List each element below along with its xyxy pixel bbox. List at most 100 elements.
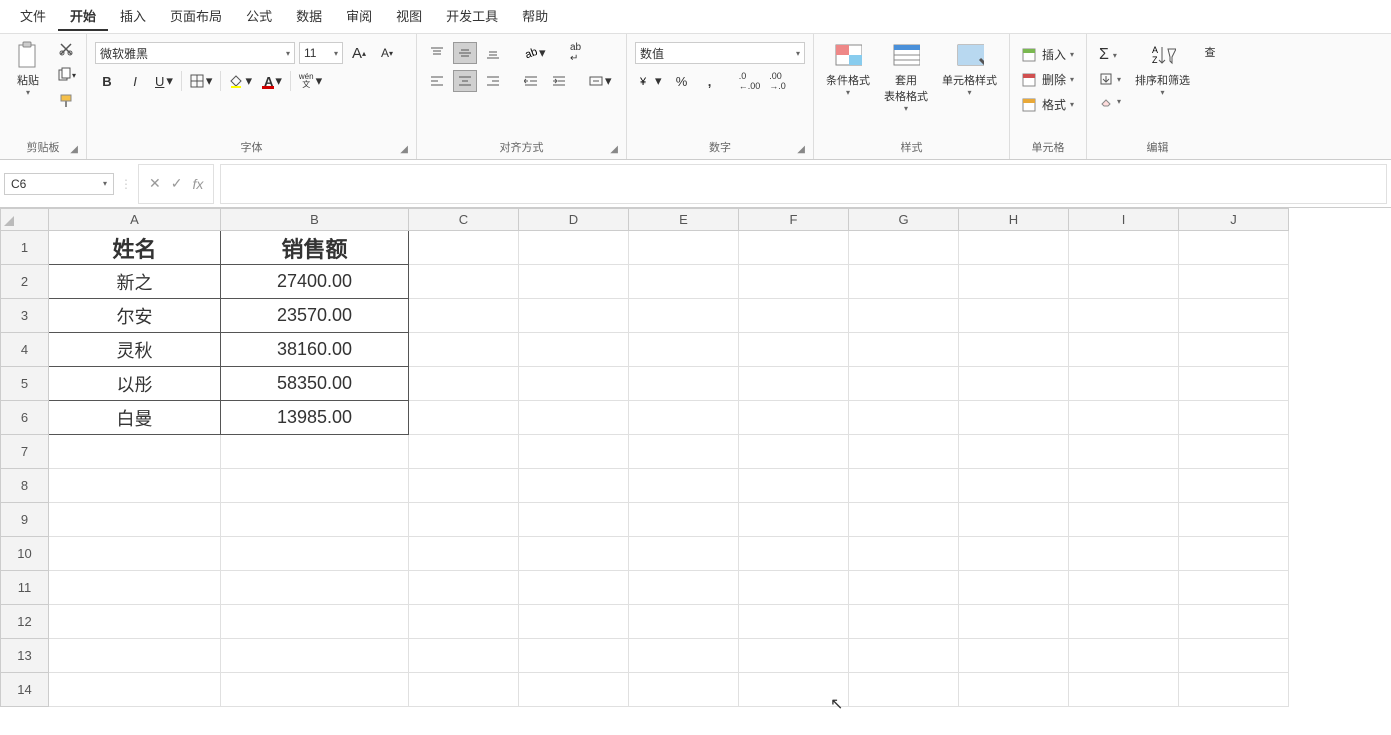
comma-button[interactable]: ,	[698, 70, 722, 92]
cell[interactable]	[49, 571, 221, 605]
cell[interactable]	[739, 571, 849, 605]
column-header[interactable]: F	[739, 209, 849, 231]
cancel-formula-button[interactable]: ✕	[149, 175, 161, 192]
cell[interactable]	[849, 435, 959, 469]
menu-review[interactable]: 审阅	[334, 2, 384, 31]
menu-data[interactable]: 数据	[284, 2, 334, 31]
autosum-button[interactable]: Σ▾	[1095, 44, 1125, 66]
cell[interactable]: 38160.00	[221, 333, 409, 367]
row-header[interactable]: 14	[1, 673, 49, 707]
cell[interactable]	[1069, 673, 1179, 707]
cell[interactable]	[849, 571, 959, 605]
font-color-button[interactable]: A▾	[260, 70, 286, 92]
cell[interactable]	[629, 231, 739, 265]
cell[interactable]	[739, 299, 849, 333]
cell[interactable]: 姓名	[49, 231, 221, 265]
column-header[interactable]: G	[849, 209, 959, 231]
cell[interactable]	[519, 605, 629, 639]
align-middle-button[interactable]	[453, 42, 477, 64]
row-header[interactable]: 12	[1, 605, 49, 639]
cell[interactable]	[1179, 537, 1289, 571]
underline-button[interactable]: U▾	[151, 70, 177, 92]
cell[interactable]	[409, 299, 519, 333]
cell[interactable]	[629, 571, 739, 605]
cell[interactable]	[1069, 265, 1179, 299]
align-top-button[interactable]	[425, 42, 449, 64]
cell[interactable]	[1179, 265, 1289, 299]
menu-page-layout[interactable]: 页面布局	[158, 2, 234, 31]
cell[interactable]	[409, 333, 519, 367]
cell[interactable]	[959, 469, 1069, 503]
cell[interactable]	[739, 469, 849, 503]
cell[interactable]: 13985.00	[221, 401, 409, 435]
menu-file[interactable]: 文件	[8, 2, 58, 31]
cell[interactable]	[49, 503, 221, 537]
cell[interactable]	[1179, 503, 1289, 537]
cell[interactable]	[409, 639, 519, 673]
align-left-button[interactable]	[425, 70, 449, 92]
cell[interactable]	[959, 367, 1069, 401]
cell[interactable]: 23570.00	[221, 299, 409, 333]
row-header[interactable]: 8	[1, 469, 49, 503]
cell[interactable]	[1069, 571, 1179, 605]
cell[interactable]	[1069, 503, 1179, 537]
menu-formulas[interactable]: 公式	[234, 2, 284, 31]
number-format-combo[interactable]: 数值▾	[635, 42, 805, 64]
decrease-decimal-button[interactable]: .00→.0	[766, 70, 790, 92]
cell[interactable]	[1069, 401, 1179, 435]
dialog-launcher-icon[interactable]: ◢	[70, 144, 78, 155]
cell[interactable]: 灵秋	[49, 333, 221, 367]
fill-color-button[interactable]: ▾	[225, 70, 256, 92]
cell[interactable]	[519, 571, 629, 605]
column-header[interactable]: D	[519, 209, 629, 231]
cell[interactable]	[409, 435, 519, 469]
cell[interactable]	[959, 299, 1069, 333]
column-header[interactable]: B	[221, 209, 409, 231]
cell[interactable]	[1179, 435, 1289, 469]
cell[interactable]	[519, 333, 629, 367]
cell[interactable]	[629, 401, 739, 435]
cell[interactable]	[959, 605, 1069, 639]
cell[interactable]	[49, 673, 221, 707]
pinyin-guide-button[interactable]: wén文▾	[295, 70, 326, 92]
cell[interactable]	[739, 537, 849, 571]
cell[interactable]	[409, 231, 519, 265]
cell[interactable]	[849, 333, 959, 367]
cell[interactable]: 27400.00	[221, 265, 409, 299]
cell[interactable]	[849, 231, 959, 265]
cell[interactable]	[959, 435, 1069, 469]
cut-button[interactable]	[54, 38, 78, 60]
cell[interactable]	[629, 299, 739, 333]
cell[interactable]	[959, 571, 1069, 605]
cell[interactable]	[49, 639, 221, 673]
cell[interactable]	[409, 503, 519, 537]
spreadsheet-grid[interactable]: ABCDEFGHIJ1姓名销售额2新之27400.003尔安23570.004灵…	[0, 208, 1391, 707]
increase-font-button[interactable]: A▴	[347, 42, 371, 64]
align-center-button[interactable]	[453, 70, 477, 92]
cell[interactable]	[959, 333, 1069, 367]
decrease-font-button[interactable]: A▾	[375, 42, 399, 64]
cell[interactable]	[959, 673, 1069, 707]
cell[interactable]: 以彤	[49, 367, 221, 401]
cell[interactable]	[629, 333, 739, 367]
cell[interactable]	[519, 401, 629, 435]
row-header[interactable]: 7	[1, 435, 49, 469]
cell[interactable]	[221, 605, 409, 639]
cell[interactable]	[409, 401, 519, 435]
column-header[interactable]: I	[1069, 209, 1179, 231]
cell[interactable]	[739, 673, 849, 707]
format-cells-button[interactable]: 格式▾	[1018, 94, 1078, 115]
menu-developer[interactable]: 开发工具	[434, 2, 510, 31]
cell[interactable]	[409, 367, 519, 401]
row-header[interactable]: 5	[1, 367, 49, 401]
fill-button[interactable]: ▾	[1095, 70, 1125, 88]
row-header[interactable]: 10	[1, 537, 49, 571]
increase-indent-button[interactable]	[547, 70, 571, 92]
cell[interactable]	[519, 673, 629, 707]
row-header[interactable]: 9	[1, 503, 49, 537]
row-header[interactable]: 1	[1, 231, 49, 265]
cell[interactable]: 尔安	[49, 299, 221, 333]
cell[interactable]	[519, 265, 629, 299]
cell[interactable]	[1179, 605, 1289, 639]
cell[interactable]	[1069, 299, 1179, 333]
